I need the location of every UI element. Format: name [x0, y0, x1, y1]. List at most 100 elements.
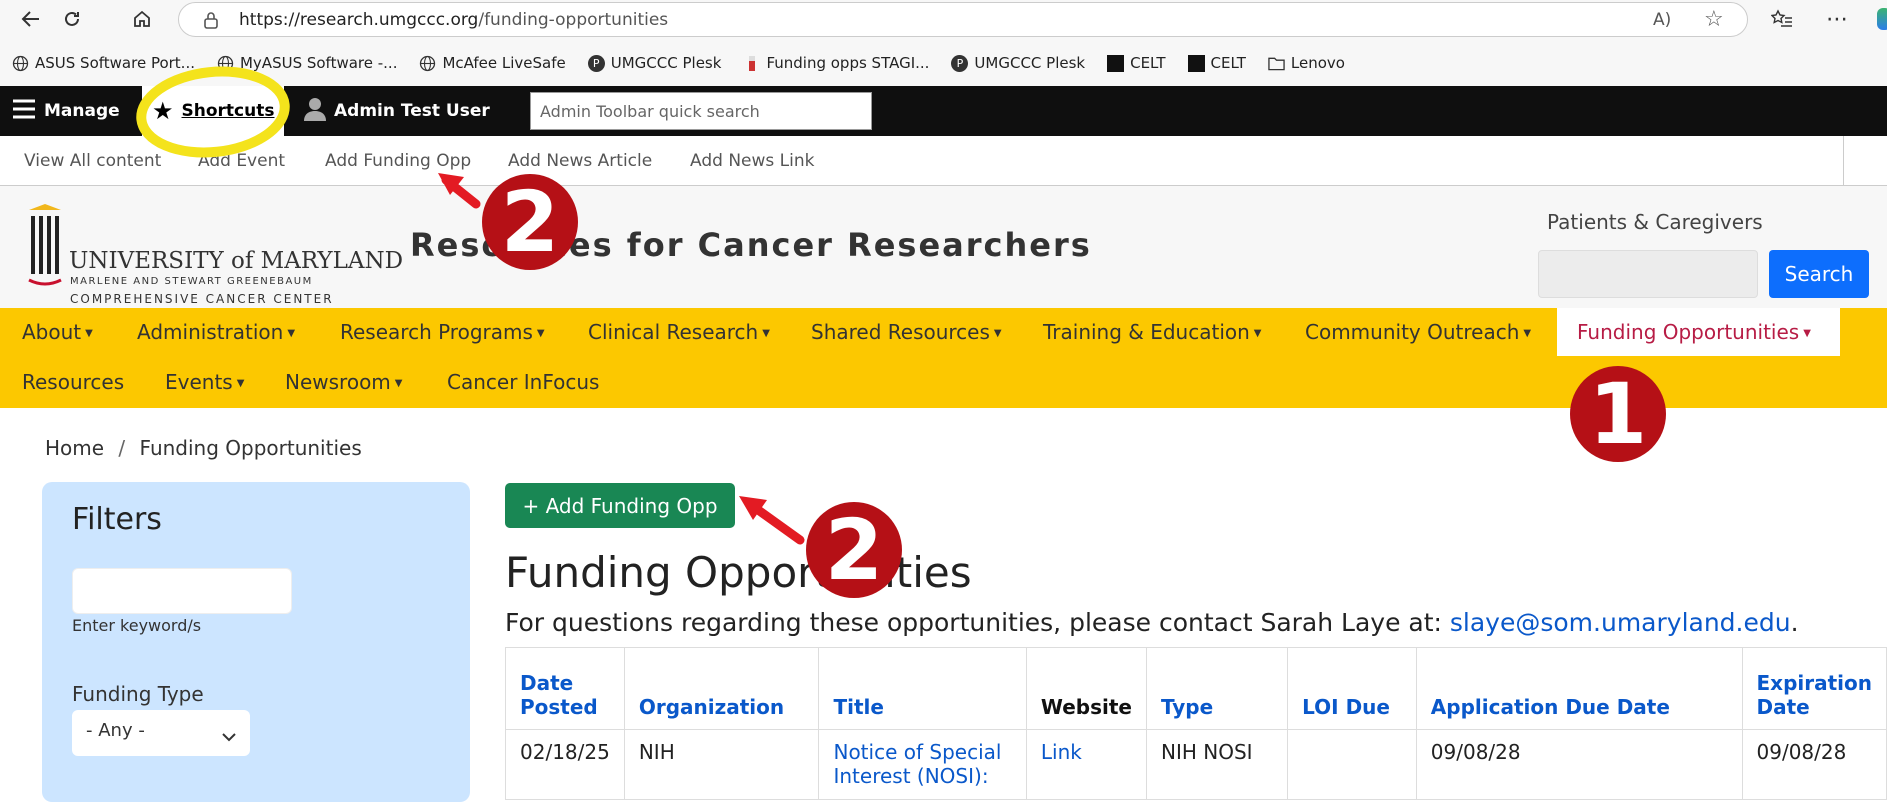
search-button[interactable]: Search: [1769, 250, 1869, 298]
favorite-star-icon[interactable]: ☆: [1704, 7, 1724, 32]
nav-item-community-outreach[interactable]: Community Outreach ▼: [1305, 320, 1531, 344]
nav-item-funding-opportunities[interactable]: Funding Opportunities ▼: [1577, 320, 1811, 344]
bookmark-item[interactable]: CELT: [1107, 54, 1166, 72]
bookmark-item[interactable]: MyASUS Software -...: [217, 54, 397, 72]
umgccc-logo[interactable]: UNIVERSITY of MARYLAND MARLENE AND STEWA…: [25, 204, 403, 306]
cell-loi-due: [1287, 729, 1417, 800]
hamburger-icon: [12, 98, 36, 125]
website-link[interactable]: Link: [1041, 740, 1082, 764]
nav-item-shared-resources[interactable]: Shared Resources ▼: [811, 320, 1002, 344]
breadcrumb-current: Funding Opportunities: [139, 436, 362, 460]
globe-icon: [12, 55, 29, 72]
celt-icon: [1107, 54, 1125, 72]
admin-quick-search-input[interactable]: Admin Toolbar quick search: [530, 92, 872, 130]
funding-type-select[interactable]: - Any -: [72, 710, 250, 756]
nav-item-administration[interactable]: Administration ▼: [137, 320, 295, 344]
globe-icon: [217, 55, 234, 72]
bookmark-item[interactable]: CELT: [1187, 54, 1246, 72]
browser-nav: https://research.umgccc.org/funding-oppo…: [0, 0, 1887, 38]
address-bar[interactable]: https://research.umgccc.org/funding-oppo…: [178, 2, 1748, 37]
breadcrumb: Home / Funding Opportunities: [45, 436, 362, 460]
user-button[interactable]: Admin Test User: [304, 86, 490, 136]
copilot-icon[interactable]: [1877, 8, 1887, 30]
step-marker-2: 2: [482, 173, 578, 271]
bookmarks-bar: ASUS Software Port... MyASUS Software -.…: [0, 52, 1345, 74]
title-link[interactable]: Notice of Special Interest (NOSI):: [833, 740, 1001, 788]
contact-email-link[interactable]: slaye@som.umaryland.edu: [1450, 608, 1791, 637]
favorites-list-icon[interactable]: [1767, 4, 1797, 34]
keyword-input[interactable]: [72, 568, 292, 614]
cell-application-due: 09/08/28: [1415, 729, 1743, 800]
nav-item-about[interactable]: About ▼: [22, 320, 93, 344]
folder-icon: [1268, 55, 1285, 72]
bookmark-item[interactable]: ASUS Software Port...: [12, 54, 195, 72]
nav-item-newsroom[interactable]: Newsroom ▼: [285, 370, 402, 394]
col-loi-due[interactable]: LOI Due: [1287, 647, 1417, 730]
caret-down-icon: ▼: [1253, 328, 1262, 339]
page-icon: [743, 55, 760, 72]
funding-type-value: - Any -: [86, 720, 145, 741]
bookmark-item[interactable]: P UMGCCC Plesk: [587, 54, 721, 72]
nav-item-events[interactable]: Events ▼: [165, 370, 244, 394]
nav-item-resources[interactable]: Resources: [22, 370, 124, 394]
col-website: Website: [1025, 647, 1148, 730]
home-icon[interactable]: [127, 4, 157, 34]
col-title[interactable]: Title: [818, 647, 1027, 730]
patients-caregivers-link[interactable]: Patients & Caregivers: [1547, 210, 1763, 234]
shortcuts-button[interactable]: ★ Shortcuts: [142, 86, 284, 136]
keyword-label: Enter keyword/s: [72, 616, 202, 635]
nav-item-research-programs[interactable]: Research Programs ▼: [340, 320, 545, 344]
caret-down-icon: ▼: [394, 378, 403, 389]
shortcuts-label: Shortcuts: [181, 101, 275, 121]
bookmark-item[interactable]: P UMGCCC Plesk: [951, 54, 1085, 72]
manage-button[interactable]: Manage: [12, 86, 120, 136]
add-funding-opp-button[interactable]: + Add Funding Opp: [505, 483, 735, 528]
caret-down-icon: ▼: [236, 378, 245, 389]
cell-expiration: 09/08/28: [1741, 729, 1887, 800]
caret-down-icon: ▼: [536, 328, 545, 339]
cell-title: Notice of Special Interest (NOSI):: [818, 729, 1027, 800]
caret-down-icon: ▼: [287, 328, 296, 339]
lock-icon: [203, 11, 219, 33]
bookmark-folder[interactable]: Lenovo: [1268, 54, 1345, 72]
col-date-posted[interactable]: Date Posted: [505, 647, 625, 730]
nav-item-training-education[interactable]: Training & Education ▼: [1043, 320, 1262, 344]
bookmark-item[interactable]: Funding opps STAGI...: [743, 54, 929, 72]
url-text: https://research.umgccc.org/funding-oppo…: [239, 10, 669, 30]
more-menu-icon[interactable]: ⋯: [1822, 4, 1852, 34]
site-search-input[interactable]: [1538, 250, 1758, 298]
col-application-due[interactable]: Application Due Date: [1415, 647, 1743, 730]
intro-text: For questions regarding these opportunit…: [505, 608, 1799, 637]
shortcut-add-news-article[interactable]: Add News Article: [508, 151, 652, 171]
nav-item-cancer-infocus[interactable]: Cancer InFocus: [447, 370, 599, 394]
browser-chrome: https://research.umgccc.org/funding-oppo…: [0, 0, 1887, 86]
step-marker-2: 2: [806, 501, 902, 599]
celt-icon: [1187, 54, 1205, 72]
col-type[interactable]: Type: [1145, 647, 1289, 730]
star-icon: ★: [152, 97, 174, 125]
shortcut-add-funding-opp[interactable]: Add Funding Opp: [325, 151, 471, 171]
shortcut-add-event[interactable]: Add Event: [198, 151, 285, 171]
shortcut-add-news-link[interactable]: Add News Link: [690, 151, 814, 171]
col-expiration-date[interactable]: Expiration Date: [1741, 647, 1887, 730]
breadcrumb-home[interactable]: Home: [45, 436, 104, 460]
cell-type: NIH NOSI: [1145, 729, 1289, 800]
col-organization[interactable]: Organization: [623, 647, 820, 730]
shortcut-view-all-content[interactable]: View All content: [24, 151, 161, 171]
tray-divider: [1843, 136, 1844, 186]
logo-sub-text: MARLENE AND STEWART GREENEBAUM: [70, 276, 313, 287]
back-icon[interactable]: [16, 4, 46, 34]
logo-sub-text: COMPREHENSIVE CANCER CENTER: [70, 292, 334, 306]
red-arrow-annotation: [749, 502, 805, 545]
cell-date: 02/18/25: [505, 729, 625, 800]
cell-website: Link: [1025, 729, 1148, 800]
table-header-row: Date Posted Organization Title Website T…: [505, 647, 1887, 730]
table-row: 02/18/25 NIH Notice of Special Interest …: [505, 729, 1887, 800]
caret-down-icon: ▼: [1803, 328, 1811, 339]
admin-toolbar: Manage ★ Shortcuts Admin Test User Admin…: [0, 86, 1887, 136]
nav-item-clinical-research[interactable]: Clinical Research ▼: [588, 320, 770, 344]
refresh-icon[interactable]: [57, 4, 87, 34]
bookmark-item[interactable]: McAfee LiveSafe: [419, 54, 566, 72]
breadcrumb-separator: /: [118, 436, 126, 460]
read-aloud-icon[interactable]: A): [1653, 10, 1671, 30]
